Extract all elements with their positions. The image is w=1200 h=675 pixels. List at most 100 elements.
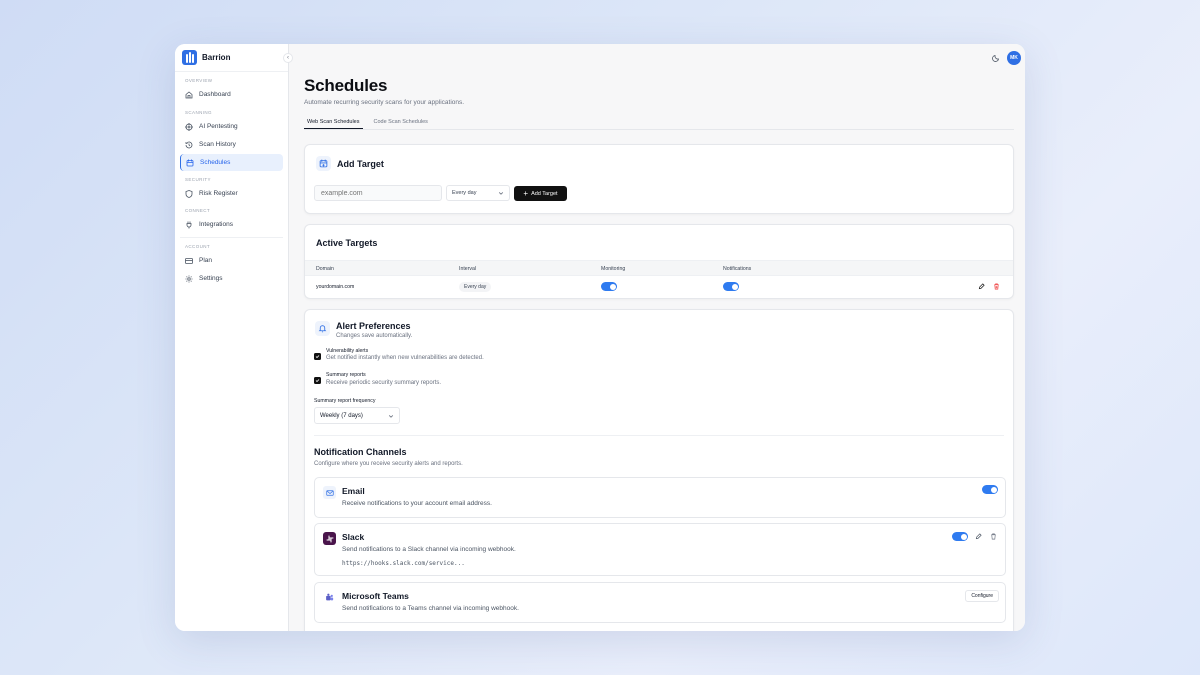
- frequency-select-value: Weekly (7 days): [320, 412, 363, 419]
- sidebar-item-integrations[interactable]: Integrations: [180, 216, 283, 233]
- slack-channel-toggle[interactable]: [952, 532, 968, 541]
- sidebar-divider: [180, 237, 283, 238]
- sidebar-item-label: Schedules: [200, 159, 231, 166]
- sidebar-item-scan-history[interactable]: Scan History: [180, 136, 283, 153]
- sidebar: Barrion ‹ OVERVIEW Dashboard SCANNING AI…: [175, 44, 293, 631]
- frequency-label: Summary report frequency: [314, 398, 376, 404]
- trash-icon[interactable]: [990, 533, 997, 540]
- page-subtitle: Automate recurring security scans for yo…: [304, 99, 465, 106]
- sidebar-item-label: AI Pentesting: [199, 123, 238, 130]
- brand-name: Barrion: [202, 53, 231, 62]
- alert-preferences-subtitle: Changes save automatically.: [336, 333, 413, 339]
- channel-slack-desc: Send notifications to a Slack channel vi…: [342, 546, 516, 553]
- interval-select[interactable]: Every day: [446, 185, 510, 201]
- main-content: MK Schedules Automate recurring security…: [289, 44, 1025, 631]
- add-target-button-label: Add Target: [531, 190, 558, 197]
- target-domain: yourdomain.com: [316, 284, 355, 290]
- bell-icon: [315, 321, 330, 336]
- collapse-sidebar-button[interactable]: ‹: [283, 53, 293, 63]
- avatar[interactable]: MK: [1007, 51, 1021, 65]
- sidebar-item-label: Settings: [199, 275, 223, 282]
- sidebar-item-ai-pentesting[interactable]: AI Pentesting: [180, 118, 283, 135]
- card-icon: [185, 257, 193, 264]
- tab-bar: Web Scan Schedules Code Scan Schedules: [304, 119, 1014, 130]
- chevron-down-icon: [388, 414, 394, 418]
- notifications-toggle[interactable]: [723, 282, 739, 291]
- app-window: Barrion ‹ OVERVIEW Dashboard SCANNING AI…: [175, 44, 1025, 631]
- active-targets-card: Active Targets Domain Interval Monitorin…: [304, 224, 1014, 299]
- interval-badge: Every day: [459, 282, 492, 292]
- add-target-title: Add Target: [337, 158, 384, 169]
- sidebar-item-label: Scan History: [199, 141, 236, 148]
- monitoring-toggle[interactable]: [601, 282, 617, 291]
- vulnerability-alerts-desc: Get notified instantly when new vulnerab…: [326, 355, 484, 361]
- sidebar-item-label: Integrations: [199, 221, 233, 228]
- sidebar-item-plan[interactable]: Plan: [180, 252, 283, 269]
- vulnerability-alerts-label: Vulnerability alerts: [326, 348, 369, 354]
- table-row: yourdomain.com Every day: [305, 277, 1013, 297]
- section-label-connect: CONNECT: [185, 208, 211, 213]
- section-label-scanning: SCANNING: [185, 110, 212, 115]
- summary-reports-desc: Receive periodic security summary report…: [326, 380, 442, 386]
- plug-icon: [186, 221, 192, 228]
- topbar: MK: [289, 44, 1025, 72]
- theme-toggle-button[interactable]: [991, 53, 1001, 63]
- shield-icon: [185, 189, 193, 198]
- tab-code-scan-schedules[interactable]: Code Scan Schedules: [371, 119, 431, 129]
- moon-icon: [992, 54, 1000, 62]
- chevron-left-icon: ‹: [287, 55, 289, 61]
- edit-pencil-icon[interactable]: [975, 533, 982, 540]
- channel-microsoft-teams: Microsoft Teams Send notifications to a …: [314, 582, 1006, 623]
- sidebar-item-schedules[interactable]: Schedules: [180, 154, 283, 171]
- brand[interactable]: Barrion: [175, 44, 288, 72]
- alert-preferences-header: Alert Preferences Changes save automatic…: [315, 321, 412, 339]
- home-icon: [185, 90, 193, 98]
- notification-channels-title: Notification Channels: [314, 447, 407, 457]
- teams-icon: [323, 591, 336, 604]
- trash-icon[interactable]: [993, 283, 1000, 290]
- target-icon: [185, 122, 193, 131]
- channel-email: Email Receive notifications to your acco…: [314, 477, 1006, 518]
- sidebar-item-settings[interactable]: Settings: [180, 270, 283, 287]
- add-target-button[interactable]: + Add Target: [514, 186, 567, 201]
- history-icon: [185, 141, 193, 148]
- add-target-card: Add Target Every day + Add Target: [304, 144, 1014, 214]
- mail-icon: [323, 486, 336, 499]
- channel-teams-name: Microsoft Teams: [342, 591, 409, 601]
- column-header-monitoring: Monitoring: [601, 266, 626, 272]
- section-divider: [314, 435, 1004, 436]
- interval-select-value: Every day: [452, 190, 477, 196]
- calendar-plus-icon: [316, 156, 331, 171]
- column-header-domain: Domain: [316, 266, 334, 272]
- frequency-select[interactable]: Weekly (7 days): [314, 407, 400, 424]
- checkmark-icon: [315, 355, 320, 359]
- alert-preferences-title: Alert Preferences: [336, 321, 411, 331]
- page-content: Schedules Automate recurring security sc…: [304, 76, 1014, 631]
- sidebar-item-risk-register[interactable]: Risk Register: [180, 185, 283, 202]
- table-header: Domain Interval Monitoring Notifications: [305, 260, 1013, 276]
- channel-email-name: Email: [342, 486, 365, 496]
- section-label-account: ACCOUNT: [185, 244, 211, 249]
- tab-web-scan-schedules[interactable]: Web Scan Schedules: [304, 119, 363, 129]
- section-label-overview: OVERVIEW: [185, 78, 213, 83]
- channel-slack: Slack Send notifications to a Slack chan…: [314, 523, 1006, 576]
- sidebar-item-dashboard[interactable]: Dashboard: [180, 86, 283, 103]
- column-header-notifications: Notifications: [723, 266, 752, 272]
- column-header-interval: Interval: [459, 266, 477, 272]
- sidebar-item-label: Risk Register: [199, 190, 238, 197]
- vulnerability-alerts-checkbox[interactable]: [314, 353, 321, 360]
- calendar-icon: [186, 159, 194, 166]
- channel-teams-desc: Send notifications to a Teams channel vi…: [342, 605, 519, 612]
- gear-icon: [185, 275, 193, 282]
- active-targets-title: Active Targets: [316, 238, 378, 248]
- channel-slack-name: Slack: [342, 532, 365, 542]
- sidebar-item-label: Plan: [199, 257, 213, 264]
- email-channel-toggle[interactable]: [982, 485, 998, 494]
- configure-teams-button[interactable]: Configure: [965, 590, 999, 602]
- notification-channels-subtitle: Configure where you receive security ale…: [314, 461, 463, 467]
- edit-pencil-icon[interactable]: [978, 283, 985, 290]
- summary-reports-checkbox[interactable]: [314, 377, 321, 384]
- sidebar-item-label: Dashboard: [199, 91, 231, 98]
- slack-webhook-url: https://hooks.slack.com/service...: [342, 560, 465, 567]
- domain-input[interactable]: [314, 185, 442, 201]
